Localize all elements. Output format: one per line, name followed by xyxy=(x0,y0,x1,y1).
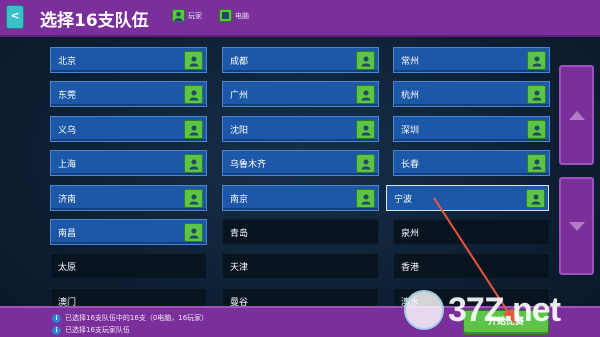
player-toggle-icon[interactable] xyxy=(184,120,203,139)
team-name: 香港 xyxy=(401,262,420,273)
team-name: 成都 xyxy=(230,56,249,67)
player-toggle-icon[interactable] xyxy=(527,85,546,104)
team-slot[interactable]: 香港 xyxy=(393,253,550,279)
team-slot[interactable]: 乌鲁木齐 xyxy=(222,150,379,176)
team-name: 东莞 xyxy=(58,90,77,101)
chevron-down-icon xyxy=(568,221,585,231)
team-slot[interactable]: 上海 xyxy=(50,150,207,176)
legend-player-label: 玩家 xyxy=(188,11,202,20)
player-toggle-icon[interactable] xyxy=(527,154,546,173)
player-toggle-icon[interactable] xyxy=(356,189,375,208)
status-text-2: 已选择16支玩家队伍 xyxy=(65,326,130,334)
player-toggle-icon[interactable] xyxy=(356,85,375,104)
team-name: 义乌 xyxy=(58,125,77,136)
player-toggle-icon[interactable] xyxy=(184,51,203,70)
team-slot[interactable]: 青岛 xyxy=(222,219,379,245)
team-slot[interactable]: 成都 xyxy=(222,47,379,73)
page-title: 选择16支队伍 xyxy=(40,11,149,31)
team-slot[interactable]: 天津 xyxy=(222,253,379,279)
team-slot[interactable]: 长春 xyxy=(393,150,550,176)
top-bar: < 选择16支队伍 玩家 电脑 xyxy=(0,0,600,37)
team-name: 深圳 xyxy=(401,125,420,136)
team-name: 青岛 xyxy=(230,228,249,239)
team-name: 北京 xyxy=(58,56,77,67)
team-slot[interactable]: 义乌 xyxy=(50,116,207,142)
player-toggle-icon[interactable] xyxy=(356,51,375,70)
team-name: 太原 xyxy=(58,262,77,273)
info-icon: i xyxy=(52,325,61,335)
team-name: 沈阳 xyxy=(230,125,249,136)
team-slot[interactable]: 太原 xyxy=(50,253,207,279)
player-toggle-icon[interactable] xyxy=(184,154,203,173)
team-name: 天津 xyxy=(230,262,249,273)
player-toggle-icon[interactable] xyxy=(526,189,545,208)
team-name: 宁波 xyxy=(394,194,413,205)
team-name: 常州 xyxy=(401,56,420,67)
player-toggle-icon[interactable] xyxy=(527,120,546,139)
info-icon: i xyxy=(52,313,61,323)
player-toggle-icon[interactable] xyxy=(184,223,203,242)
team-slot[interactable]: 泉州 xyxy=(393,219,550,245)
back-button[interactable]: < xyxy=(6,5,24,29)
chevron-up-icon xyxy=(568,110,585,120)
status-line-2: i 已选择16支玩家队伍 xyxy=(52,325,130,335)
team-name: 南京 xyxy=(230,194,249,205)
team-name: 杭州 xyxy=(401,90,420,101)
team-slot[interactable]: 东莞 xyxy=(50,81,207,107)
team-slot[interactable]: 常州 xyxy=(393,47,550,73)
team-slot[interactable]: 济南 xyxy=(50,185,207,211)
player-toggle-icon[interactable] xyxy=(527,51,546,70)
team-slot[interactable]: 广州 xyxy=(222,81,379,107)
team-slot[interactable]: 深圳 xyxy=(393,116,550,142)
legend-player: 玩家 xyxy=(172,9,202,22)
team-name: 乌鲁木齐 xyxy=(230,159,267,170)
team-slot[interactable]: 宁波 xyxy=(386,185,549,211)
team-name: 南昌 xyxy=(58,228,77,239)
scroll-up-button[interactable] xyxy=(559,65,594,165)
team-name: 长春 xyxy=(401,159,420,170)
player-toggle-icon[interactable] xyxy=(356,120,375,139)
computer-icon xyxy=(219,9,232,22)
legend-cpu: 电脑 xyxy=(219,9,249,22)
team-name: 济南 xyxy=(58,194,77,205)
player-icon xyxy=(172,9,185,22)
start-match-button[interactable]: 开始比赛 xyxy=(463,310,549,335)
team-slot[interactable]: 南京 xyxy=(222,185,379,211)
player-toggle-icon[interactable] xyxy=(184,189,203,208)
player-toggle-icon[interactable] xyxy=(184,85,203,104)
team-name: 上海 xyxy=(58,159,77,170)
status-text-1: 已选择16支队伍中的16支（0电脑，16玩家） xyxy=(65,314,209,322)
team-name: 广州 xyxy=(230,90,249,101)
team-slot[interactable]: 北京 xyxy=(50,47,207,73)
player-toggle-icon[interactable] xyxy=(356,154,375,173)
team-slot[interactable]: 杭州 xyxy=(393,81,550,107)
team-slot[interactable]: 沈阳 xyxy=(222,116,379,142)
legend-cpu-label: 电脑 xyxy=(235,11,249,20)
team-slot[interactable]: 南昌 xyxy=(50,219,207,245)
team-name: 泉州 xyxy=(401,228,420,239)
status-line-1: i 已选择16支队伍中的16支（0电脑，16玩家） xyxy=(52,313,208,323)
scroll-down-button[interactable] xyxy=(559,177,594,275)
